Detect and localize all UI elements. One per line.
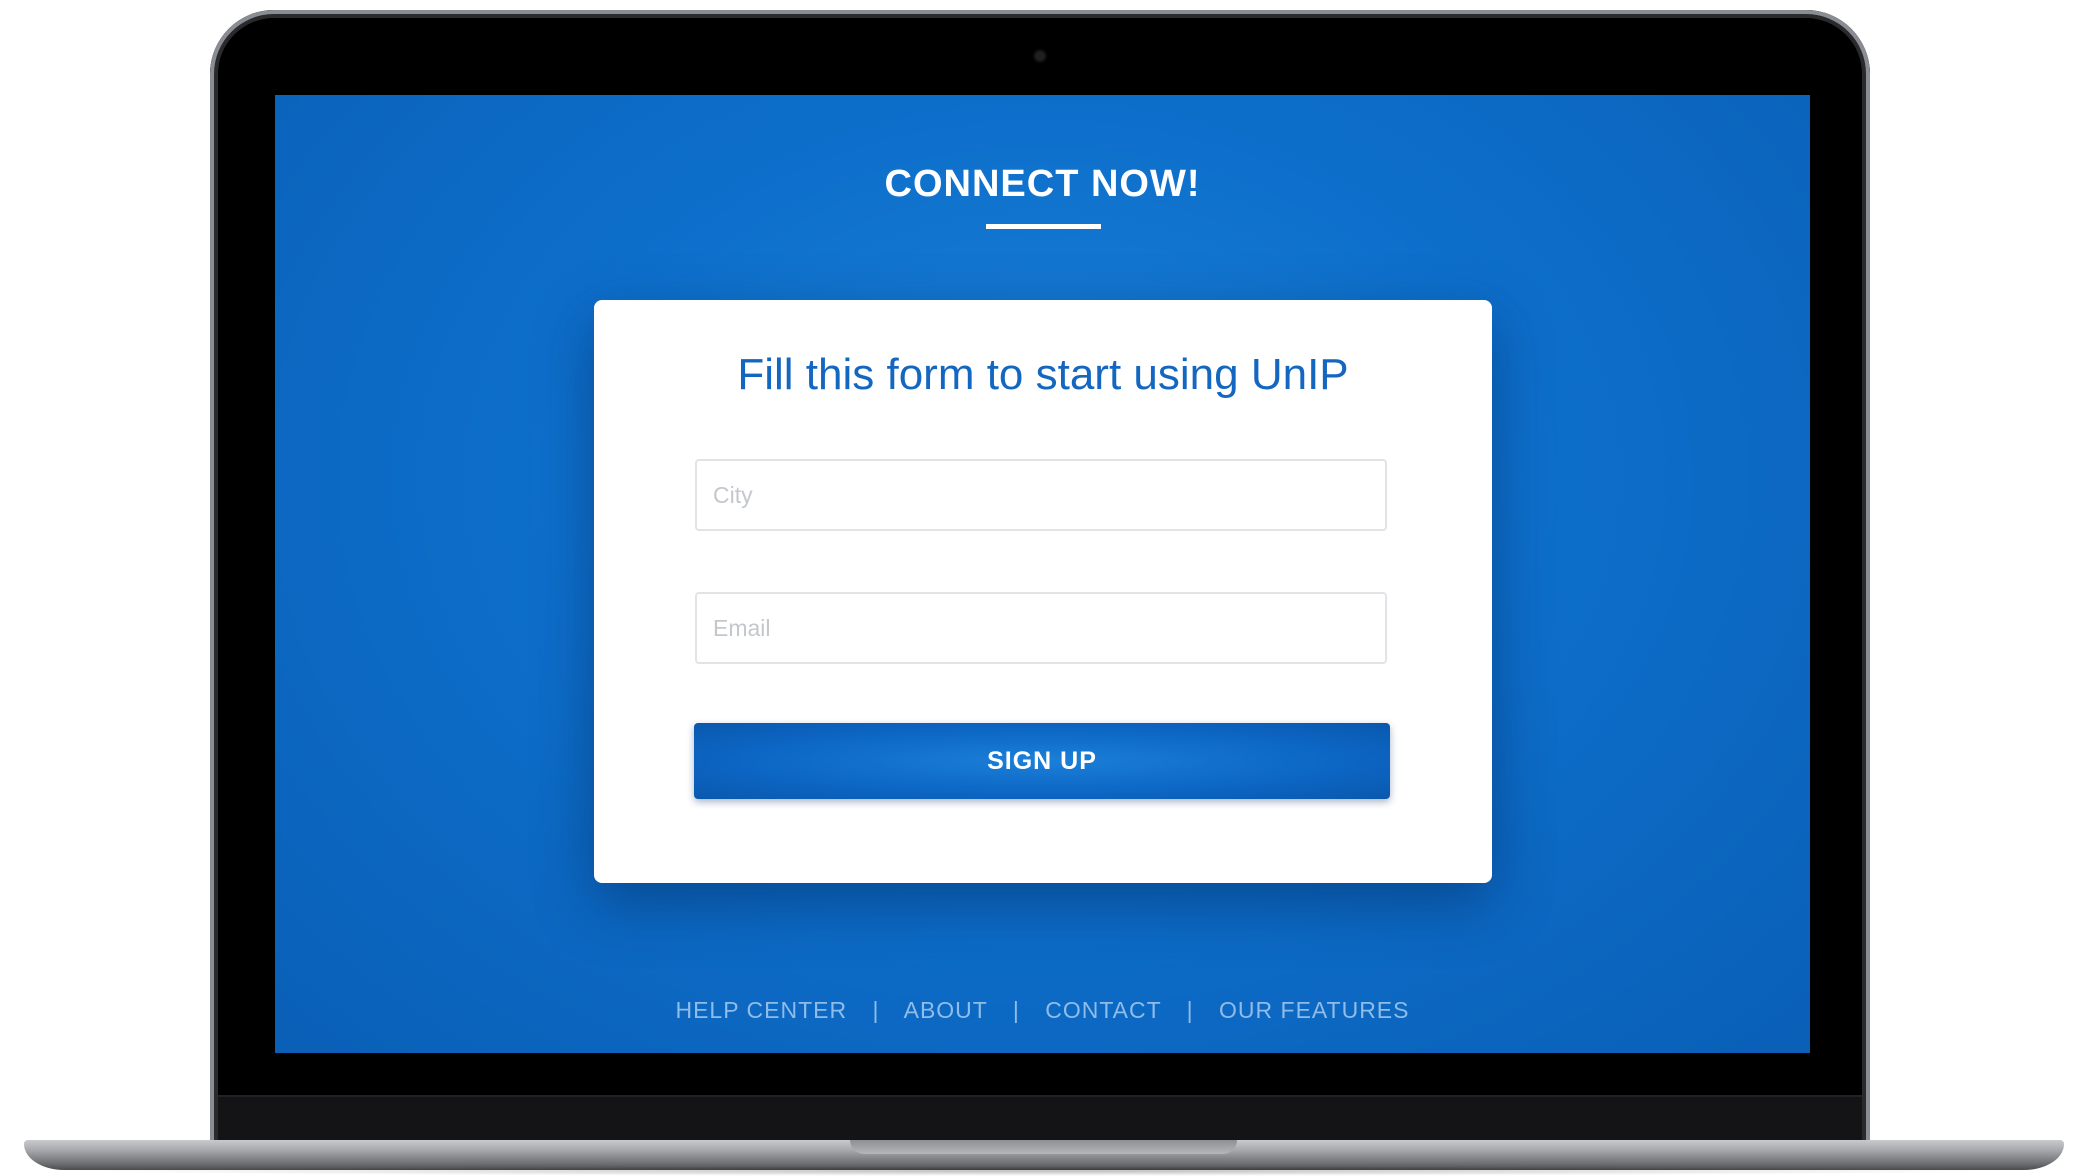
footer-link-about[interactable]: ABOUT [904,997,988,1023]
footer-nav: HELP CENTER | ABOUT | CONTACT | OUR FEAT… [275,997,1810,1024]
footer-separator: | [872,997,880,1023]
footer-separator: | [1186,997,1194,1023]
laptop-shadow [60,1166,2020,1176]
page-heading: CONNECT NOW! [884,163,1201,205]
camera-icon [1035,51,1045,61]
heading-underline [986,224,1101,229]
footer-link-our-features[interactable]: OUR FEATURES [1219,997,1409,1023]
laptop-hinge-notch [850,1140,1237,1154]
footer-link-help-center[interactable]: HELP CENTER [675,997,847,1023]
laptop-screen: CONNECT NOW! Fill this form to start usi… [275,95,1810,1053]
city-input[interactable] [695,459,1387,531]
laptop-mockup: CONNECT NOW! Fill this form to start usi… [0,0,2077,1176]
signup-card: Fill this form to start using UnIP SIGN … [594,300,1492,883]
footer-link-contact[interactable]: CONTACT [1045,997,1161,1023]
signup-button[interactable]: SIGN UP [694,723,1390,799]
card-title: Fill this form to start using UnIP [737,350,1349,399]
email-input[interactable] [695,592,1387,664]
laptop-bottom-bezel [218,1095,1862,1143]
footer-separator: | [1012,997,1020,1023]
